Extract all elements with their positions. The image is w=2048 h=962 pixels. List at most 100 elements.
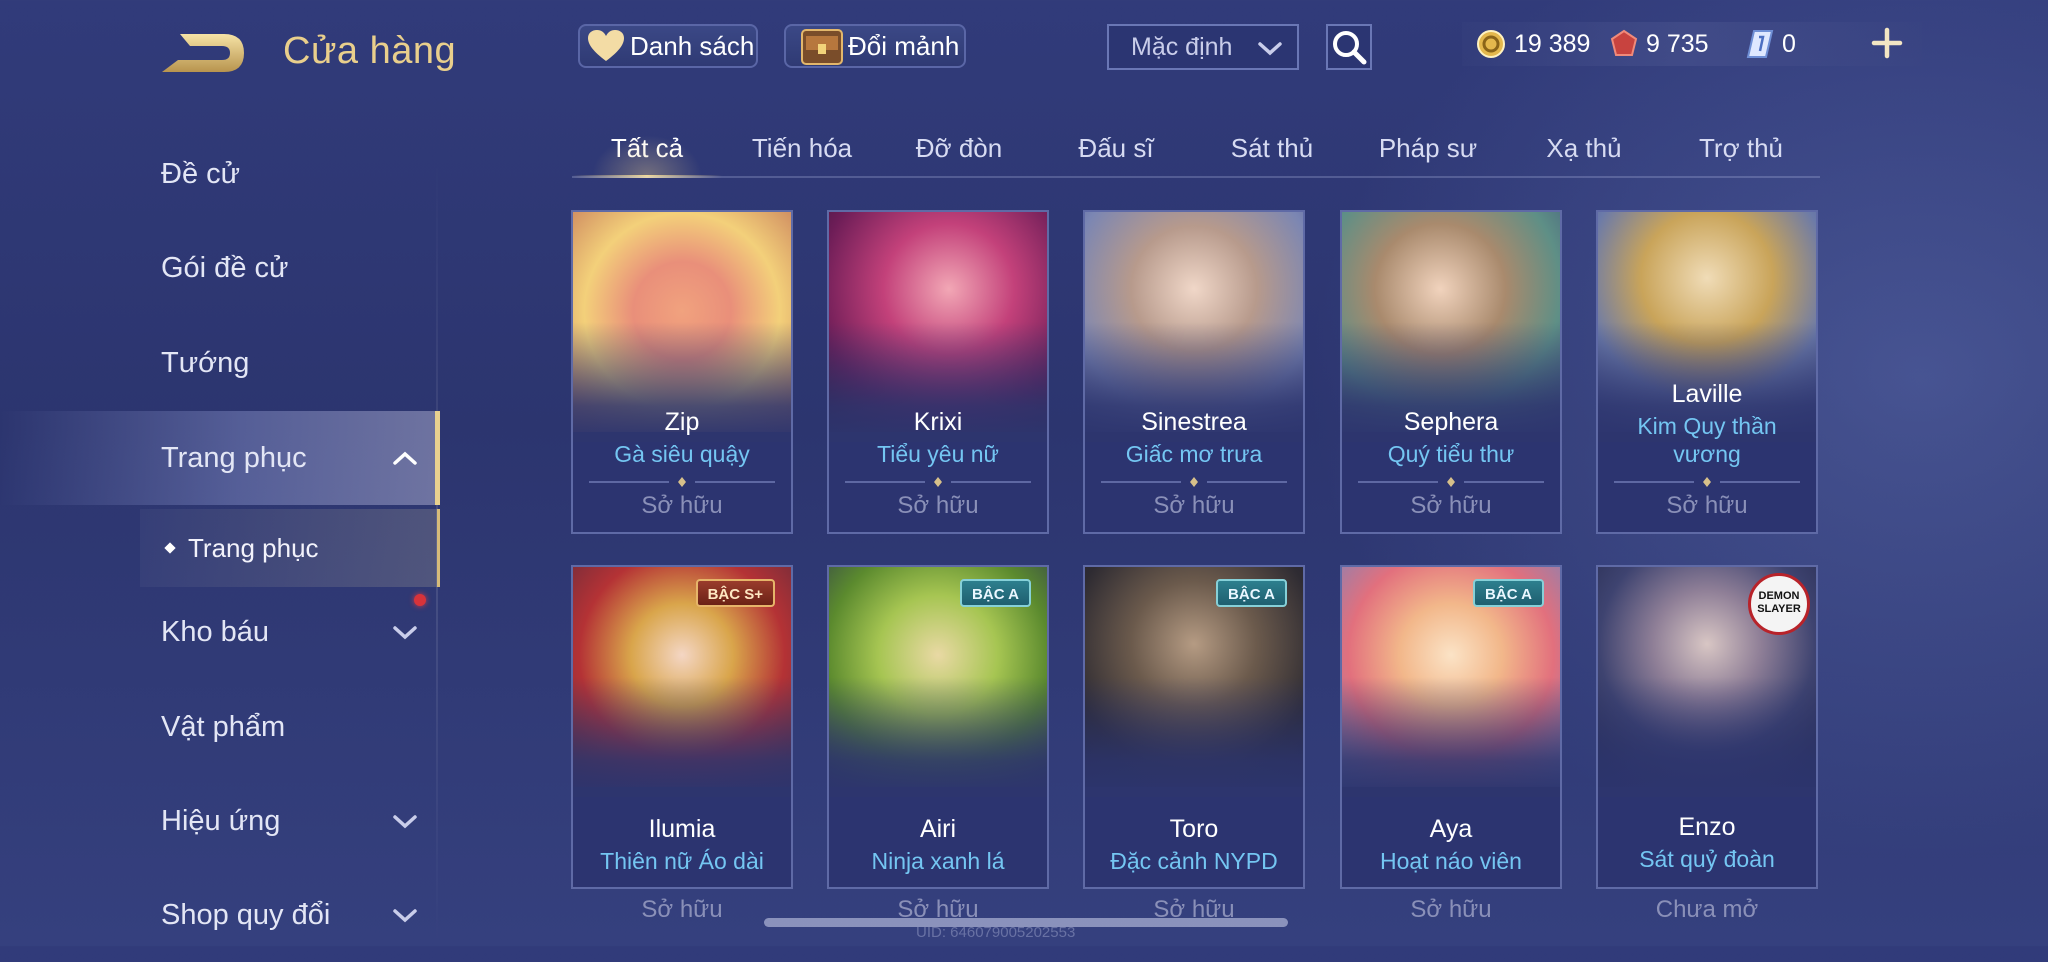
hero-name: Laville — [1671, 380, 1743, 408]
sidebar-item-label: Đề cử — [161, 157, 241, 190]
sidebar-item-label: Shop quy đổi — [161, 898, 331, 931]
search-button[interactable] — [1326, 24, 1372, 70]
page-title: Cửa hàng — [283, 30, 457, 72]
sidebar-item-recommended[interactable]: Đề cử — [0, 127, 440, 221]
sidebar-item-exchange-shop[interactable]: Shop quy đổi — [0, 868, 440, 962]
tab-support[interactable]: Trợ thủ — [1666, 118, 1816, 178]
hero-name: Sinestrea — [1141, 408, 1247, 436]
card-fade — [1342, 677, 1560, 797]
skin-name: Thiên nữ Áo dài — [600, 848, 764, 874]
ownership-status: Sở hữu — [1153, 492, 1235, 519]
skin-name: Tiểu yêu nữ — [877, 441, 999, 467]
ownership-status: Sở hữu — [641, 896, 723, 923]
tabs-underline — [572, 176, 1820, 178]
exchange-fragments-button[interactable]: Đổi mảnh — [784, 24, 966, 68]
tab-all[interactable]: Tất cả — [572, 118, 722, 178]
skin-card[interactable]: BẬC S+ Ilumia Thiên nữ Áo dài — [571, 565, 793, 889]
gold-value: 19 389 — [1514, 29, 1591, 58]
tier-badge: BẬC A — [1216, 579, 1287, 607]
skin-card[interactable]: Sephera Quý tiểu thư Sở hữu — [1340, 210, 1562, 534]
tab-tank[interactable]: Đỡ đòn — [884, 118, 1034, 178]
gold-coin-icon — [1477, 30, 1505, 58]
chevron-down-icon — [393, 909, 417, 923]
sidebar-item-effects[interactable]: Hiệu ứng — [0, 774, 440, 868]
skin-name: Đặc cảnh NYPD — [1110, 848, 1278, 874]
skin-card[interactable]: BẬC A Toro Đặc cảnh NYPD — [1083, 565, 1305, 889]
chevron-down-icon — [393, 626, 417, 640]
tier-badge: BẬC A — [960, 579, 1031, 607]
skin-card[interactable]: Zip Gà siêu quậy Sở hữu — [571, 210, 793, 534]
bullet-icon — [164, 542, 176, 554]
sidebar-item-heroes[interactable]: Tướng — [0, 316, 440, 410]
hero-name: Aya — [1429, 815, 1473, 843]
ownership-status: Sở hữu — [897, 492, 979, 519]
card-fade — [1085, 677, 1303, 797]
ornament-divider — [589, 477, 775, 487]
sidebar-item-label: Hiệu ứng — [161, 804, 281, 837]
hero-name: Ilumia — [648, 815, 716, 843]
back-arrow-icon[interactable] — [160, 30, 246, 76]
sidebar-subitem-skins[interactable]: Trang phục — [140, 509, 440, 587]
hero-name: Airi — [919, 815, 957, 843]
tier-badge: BẬC A — [1473, 579, 1544, 607]
voucher-value: 9 735 — [1646, 29, 1709, 58]
tab-evolution[interactable]: Tiến hóa — [727, 118, 877, 178]
tab-warrior[interactable]: Đấu sĩ — [1041, 118, 1191, 178]
tab-assassin[interactable]: Sát thủ — [1197, 118, 1347, 178]
skin-name: Kim Quy thần vương — [1637, 413, 1777, 467]
tab-marksman[interactable]: Xạ thủ — [1509, 118, 1659, 178]
sort-dropdown[interactable]: Mặc định — [1107, 24, 1299, 70]
ornament-divider — [1101, 477, 1287, 487]
skin-card[interactable]: BẬC A Aya Hoạt náo viên — [1340, 565, 1562, 889]
category-tabs: Tất cả Tiến hóa Đỡ đòn Đấu sĩ Sát thủ Ph… — [572, 118, 1820, 180]
wishlist-button[interactable]: Danh sách — [578, 24, 758, 68]
sidebar-item-label: Gói đề cử — [161, 251, 289, 284]
ticket-value: 0 — [1782, 29, 1796, 58]
skin-card[interactable]: BẬC A Airi Ninja xanh lá — [827, 565, 1049, 889]
ownership-status: Sở hữu — [1666, 492, 1748, 519]
sidebar-item-label: Vật phẩm — [161, 710, 286, 743]
sidebar-item-items[interactable]: Vật phẩm — [0, 680, 440, 774]
sidebar-item-treasure[interactable]: Kho báu — [0, 585, 440, 679]
skin-name: Ninja xanh lá — [871, 848, 1005, 874]
ticket-currency: 0 — [1746, 22, 1796, 66]
skin-name: Quý tiểu thư — [1387, 441, 1515, 467]
ownership-status: Sở hữu — [1410, 492, 1492, 519]
gold-currency: 19 389 — [1476, 22, 1590, 66]
ornament-divider — [845, 477, 1031, 487]
plus-icon[interactable] — [1870, 26, 1904, 60]
sidebar-item-bundles[interactable]: Gói đề cử — [0, 221, 440, 315]
tab-mage[interactable]: Pháp sư — [1353, 118, 1503, 178]
hero-name: Enzo — [1678, 813, 1736, 841]
search-icon — [1333, 31, 1367, 65]
card-fade — [1598, 677, 1816, 797]
sidebar-item-label: Tướng — [161, 346, 250, 379]
skin-name: Gà siêu quậy — [614, 441, 750, 467]
hero-name: Toro — [1169, 815, 1219, 843]
skin-card[interactable]: Krixi Tiểu yêu nữ Sở hữu — [827, 210, 1049, 534]
skin-name: Giấc mơ trưa — [1125, 441, 1263, 467]
ornament-divider — [1614, 477, 1800, 487]
heart-icon — [588, 30, 624, 61]
hero-name: Sephera — [1403, 408, 1499, 436]
hero-name: Krixi — [913, 408, 963, 436]
ownership-status: Sở hữu — [1410, 896, 1492, 923]
wishlist-label: Danh sách — [630, 30, 755, 61]
exchange-label: Đổi mảnh — [848, 30, 960, 61]
skin-name: Hoạt náo viên — [1380, 848, 1522, 874]
chevron-down-icon — [1258, 42, 1282, 56]
user-id: UID: 646079005202553 — [916, 924, 1076, 941]
skin-card[interactable]: Laville Kim Quy thần vương Sở hữu — [1596, 210, 1818, 534]
sidebar-item-label: Kho báu — [161, 615, 270, 648]
ticket-icon — [1746, 30, 1774, 58]
ruby-icon — [1610, 29, 1638, 56]
demon-slayer-logo: DEMON SLAYER — [1748, 573, 1810, 635]
sidebar-item-label: Trang phục — [161, 441, 307, 474]
sidebar-item-skins[interactable]: Trang phục — [0, 411, 440, 505]
ownership-status: Chưa mở — [1655, 896, 1759, 923]
hero-name: Zip — [664, 408, 700, 436]
skin-card[interactable]: DEMON SLAYER Enzo Sát quỷ đoàn — [1596, 565, 1818, 889]
tier-badge: BẬC S+ — [695, 579, 775, 607]
voucher-currency: 9 735 — [1610, 22, 1709, 66]
skin-card[interactable]: Sinestrea Giấc mơ trưa Sở hữu — [1083, 210, 1305, 534]
